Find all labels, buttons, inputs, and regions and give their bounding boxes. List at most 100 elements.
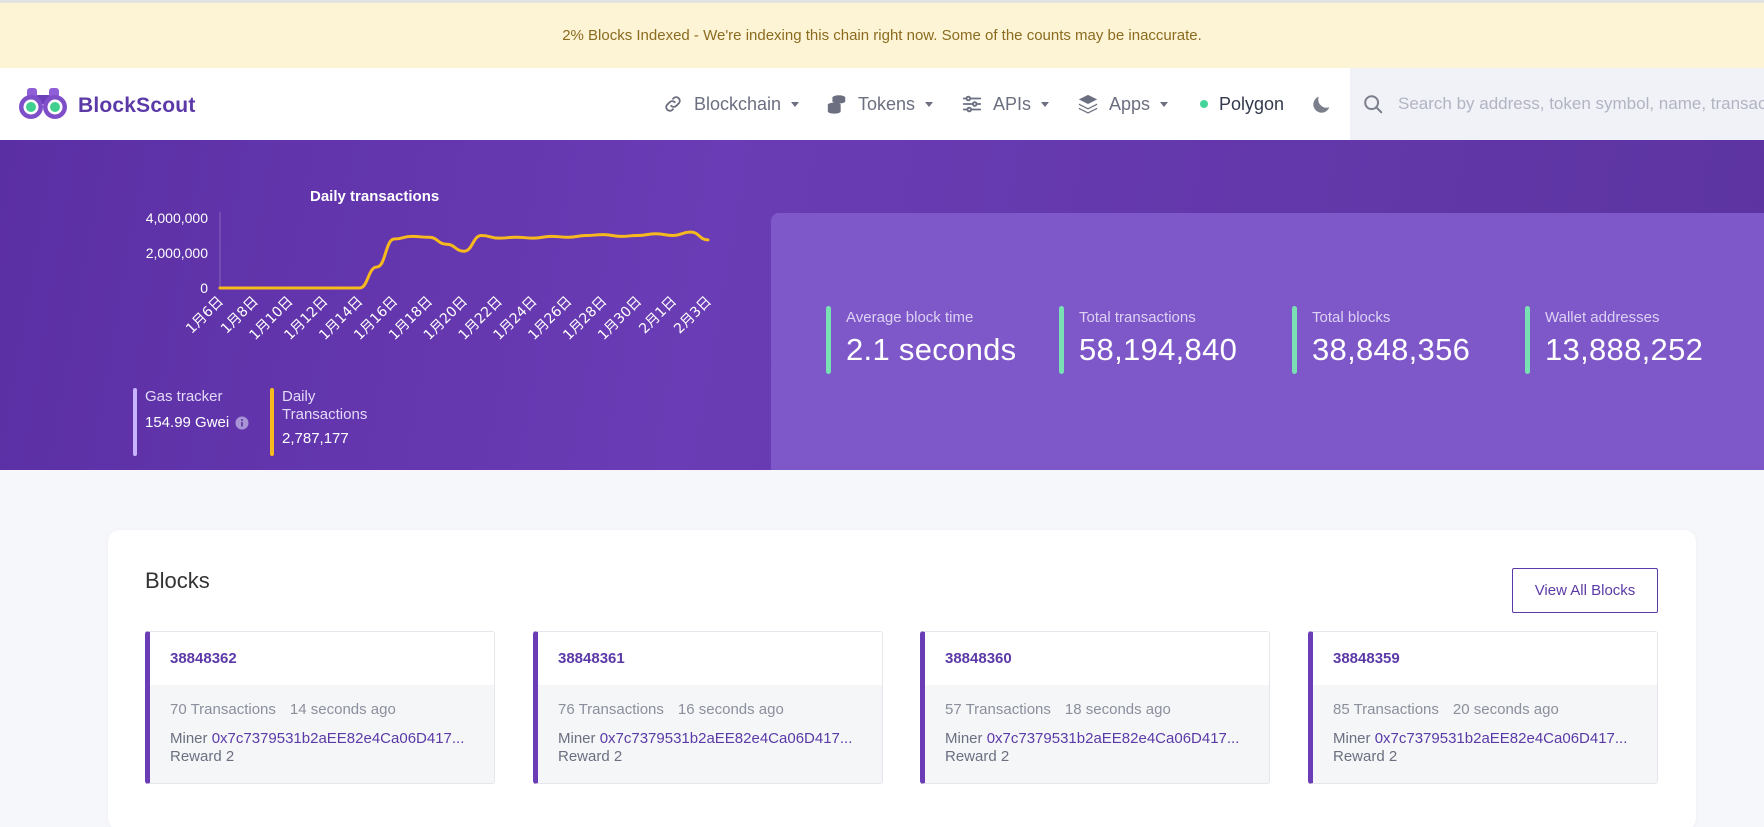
block-number-link[interactable]: 38848359 [1333, 650, 1400, 667]
block-tx-line: 76 Transactions 16 seconds ago [558, 701, 882, 718]
miner-label: Miner [558, 730, 596, 747]
block-tile-header: 38848360 [925, 632, 1269, 685]
nav-apps-dropdown[interactable]: Apps [1077, 90, 1169, 118]
network-status-dot [1200, 100, 1208, 108]
block-number-link[interactable]: 38848362 [170, 650, 237, 667]
y-tick-label: 4,000,000 [146, 210, 208, 226]
block-miner-line: Miner 0x7c7379531b2aEE82e4Ca06D417... [558, 730, 882, 747]
miner-address-link[interactable]: 0x7c7379531b2aEE82e4Ca06D417... [212, 730, 465, 747]
layers-icon [1077, 93, 1099, 115]
gas-tracker-legend: Gas tracker 154.99 Gwei [133, 388, 249, 456]
block-tile-body: 76 Transactions 16 seconds ago Miner 0x7c… [538, 685, 882, 765]
binoculars-logo-icon [18, 86, 68, 125]
block-miner-line: Miner 0x7c7379531b2aEE82e4Ca06D417... [1333, 730, 1657, 747]
block-reward: Reward 2 [558, 748, 623, 765]
coins-icon [826, 93, 848, 115]
miner-label: Miner [1333, 730, 1371, 747]
block-miner-line: Miner 0x7c7379531b2aEE82e4Ca06D417... [170, 730, 494, 747]
stat-value: 2.1 seconds [846, 332, 1017, 367]
moon-icon[interactable] [1311, 92, 1333, 121]
block-tx-line: 85 Transactions 20 seconds ago [1333, 701, 1657, 718]
block-reward: Reward 2 [1333, 748, 1398, 765]
x-tick-label: 2月3日 [671, 294, 715, 338]
stat-label: Wallet addresses [1545, 309, 1660, 326]
daily-transactions-chart: 4,000,0002,000,00001月6日1月8日1月10日1月12日1月1… [146, 210, 715, 344]
stat-accent-bar [1059, 306, 1064, 374]
block-tile: 38848361 76 Transactions 16 seconds ago M… [533, 631, 883, 784]
miner-address-link[interactable]: 0x7c7379531b2aEE82e4Ca06D417... [1375, 730, 1628, 747]
brand-logo-link[interactable]: BlockScout [18, 86, 196, 125]
stat-value: 38,848,356 [1312, 332, 1471, 367]
gas-tracker-value: 154.99 Gwei [145, 414, 230, 431]
stats-panel: Average block time 2.1 seconds Total tra… [771, 213, 1764, 470]
miner-address-link[interactable]: 0x7c7379531b2aEE82e4Ca06D417... [600, 730, 853, 747]
miner-address-link[interactable]: 0x7c7379531b2aEE82e4Ca06D417... [987, 730, 1240, 747]
brand-name: BlockScout [78, 93, 196, 117]
indexing-banner: 2% Blocks Indexed - We're indexing this … [0, 0, 1764, 68]
nav-tokens-label: Tokens [858, 93, 916, 114]
chevron-down-icon [1160, 101, 1169, 107]
nav-blockchain-label: Blockchain [694, 93, 782, 114]
block-tile-body: 70 Transactions 14 seconds ago Miner 0x7c… [150, 685, 494, 765]
block-age: 18 seconds ago [1064, 701, 1171, 718]
block-age: 14 seconds ago [289, 701, 396, 718]
block-tile: 38848360 57 Transactions 18 seconds ago M… [920, 631, 1270, 784]
stat-accent-bar [1525, 306, 1530, 374]
blocks-title: Blocks [145, 568, 210, 593]
gas-tracker-bar [133, 388, 137, 456]
block-tx-count: 70 Transactions [170, 701, 276, 718]
info-icon[interactable] [235, 416, 249, 430]
miner-label: Miner [170, 730, 208, 747]
nav-apps-label: Apps [1109, 93, 1151, 114]
block-number-link[interactable]: 38848360 [945, 650, 1012, 667]
stat-value: 58,194,840 [1079, 332, 1238, 367]
block-reward: Reward 2 [945, 748, 1010, 765]
daily-transactions-title: Daily Transactions [282, 388, 368, 423]
x-tick-label: 1月6日 [183, 294, 227, 338]
network-name: Polygon [1219, 93, 1285, 114]
gas-tracker-title: Gas tracker [145, 388, 223, 405]
block-tile-header: 38848362 [150, 632, 494, 685]
chevron-down-icon [925, 101, 934, 107]
block-age: 20 seconds ago [1452, 701, 1559, 718]
block-tx-count: 57 Transactions [945, 701, 1051, 718]
block-tx-line: 57 Transactions 18 seconds ago [945, 701, 1269, 718]
link-icon [662, 93, 684, 115]
block-reward: Reward 2 [170, 748, 235, 765]
nav-tokens-dropdown[interactable]: Tokens [826, 90, 934, 118]
stat-label: Total blocks [1312, 309, 1391, 326]
stat-average-block-time: Average block time 2.1 seconds [826, 306, 1017, 374]
block-tx-count: 76 Transactions [558, 701, 664, 718]
search-input[interactable] [1398, 94, 1764, 114]
view-all-blocks-button[interactable]: View All Blocks [1512, 568, 1658, 613]
daily-transactions-value: 2,787,177 [282, 430, 349, 447]
y-tick-label: 2,000,000 [146, 245, 208, 261]
stat-accent-bar [1292, 306, 1297, 374]
block-miner-line: Miner 0x7c7379531b2aEE82e4Ca06D417... [945, 730, 1269, 747]
daily-transactions-bar [270, 388, 274, 456]
stat-value: 13,888,252 [1545, 332, 1704, 367]
nav-apis-dropdown[interactable]: APIs [961, 90, 1050, 118]
gas-tracker-value-row: 154.99 Gwei [145, 414, 249, 431]
chevron-down-icon [791, 101, 800, 107]
nav-apis-label: APIs [993, 93, 1032, 114]
stat-accent-bar [826, 306, 831, 374]
block-tx-line: 70 Transactions 14 seconds ago [170, 701, 494, 718]
block-number-link[interactable]: 38848361 [558, 650, 625, 667]
stat-wallet-addresses: Wallet addresses 13,888,252 [1525, 306, 1704, 374]
block-tx-count: 85 Transactions [1333, 701, 1439, 718]
nav-blockchain-dropdown[interactable]: Blockchain [662, 90, 800, 118]
block-tile-header: 38848359 [1313, 632, 1657, 685]
stat-label: Average block time [846, 309, 974, 326]
block-tile-body: 85 Transactions 20 seconds ago Miner 0x7c… [1313, 685, 1657, 765]
y-tick-label: 0 [200, 280, 208, 296]
stat-total-blocks: Total blocks 38,848,356 [1292, 306, 1471, 374]
block-age: 16 seconds ago [677, 701, 784, 718]
block-tile: 38848362 70 Transactions 14 seconds ago M… [145, 631, 495, 784]
indexing-banner-text: 2% Blocks Indexed - We're indexing this … [562, 27, 1202, 44]
search-bar [1350, 68, 1764, 140]
daily-transactions-series-line [218, 230, 710, 290]
block-tile-body: 57 Transactions 18 seconds ago Miner 0x7c… [925, 685, 1269, 765]
stat-total-transactions: Total transactions 58,194,840 [1059, 306, 1238, 374]
network-selector[interactable]: Polygon [1200, 90, 1284, 118]
